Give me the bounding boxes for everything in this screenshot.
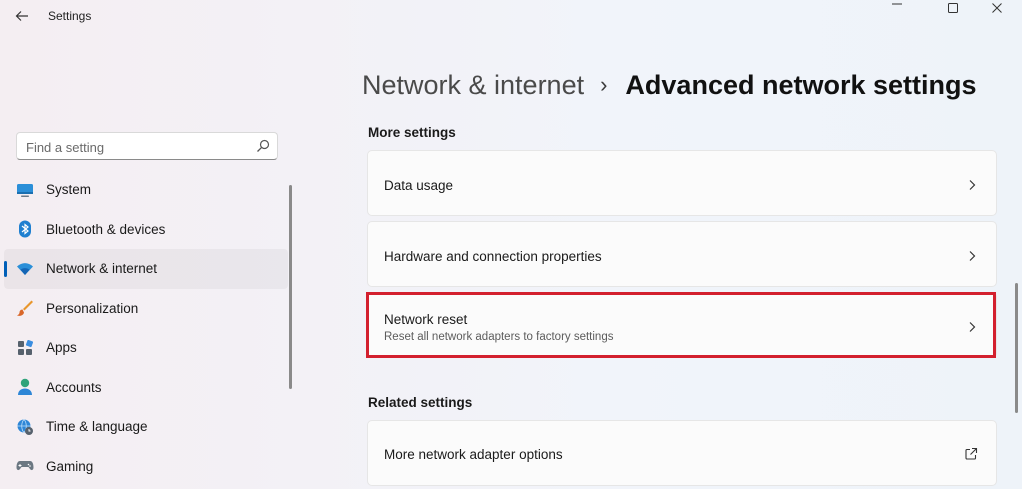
setting-item-more-network-adapter-options[interactable]: More network adapter options xyxy=(367,420,997,486)
back-button[interactable] xyxy=(10,5,34,27)
app-title: Settings xyxy=(48,9,92,23)
main-scrollbar[interactable] xyxy=(1015,283,1018,413)
setting-item-hardware-connection-properties[interactable]: Hardware and connection properties xyxy=(367,221,997,287)
sidebar-item-label: Time & language xyxy=(46,419,148,435)
sidebar-nav: System Bluetooth & devices Network & int… xyxy=(0,170,290,486)
setting-item-data-usage[interactable]: Data usage xyxy=(367,150,997,216)
minimize-button[interactable] xyxy=(875,0,919,16)
gaming-icon xyxy=(16,457,34,475)
chevron-right-icon xyxy=(969,251,976,261)
setting-item-title: More network adapter options xyxy=(384,447,563,462)
setting-item-description: Reset all network adapters to factory se… xyxy=(384,331,614,343)
sidebar-item-label: System xyxy=(46,182,92,198)
sidebar-item-label: Apps xyxy=(46,340,77,356)
section-title-related-settings: Related settings xyxy=(368,395,473,410)
section-title-more-settings: More settings xyxy=(368,125,456,140)
sidebar-item-label: Gaming xyxy=(46,458,94,474)
apps-icon xyxy=(16,339,34,357)
external-link-icon xyxy=(965,447,978,460)
search-icon xyxy=(257,139,270,152)
breadcrumb: Network & internet › Advanced network se… xyxy=(362,70,977,101)
sidebar-item-system[interactable]: System xyxy=(0,170,290,210)
accounts-icon xyxy=(16,378,34,396)
breadcrumb-parent-link[interactable]: Network & internet xyxy=(362,70,584,101)
maximize-button[interactable] xyxy=(931,0,975,16)
sidebar-item-label: Bluetooth & devices xyxy=(46,221,166,237)
sidebar-item-label: Accounts xyxy=(46,379,102,395)
setting-item-network-reset[interactable]: Network reset Reset all network adapters… xyxy=(367,292,997,358)
sidebar-item-time-language[interactable]: Time & language xyxy=(0,407,290,447)
chevron-right-icon xyxy=(969,180,976,190)
back-arrow-icon xyxy=(15,11,28,21)
sidebar-item-apps[interactable]: Apps xyxy=(0,328,290,368)
sidebar-item-label: Personalization xyxy=(46,300,139,316)
sidebar-item-accounts[interactable]: Accounts xyxy=(0,368,290,408)
wifi-icon xyxy=(16,260,34,278)
selection-indicator xyxy=(4,261,7,277)
sidebar-item-label: Network & internet xyxy=(46,261,158,277)
chevron-right-icon xyxy=(969,322,976,332)
minimize-icon xyxy=(892,3,902,5)
breadcrumb-separator: › xyxy=(600,71,608,97)
close-button[interactable] xyxy=(975,0,1019,16)
setting-item-title: Network reset xyxy=(384,312,468,327)
paintbrush-icon xyxy=(16,299,34,317)
sidebar-item-personalization[interactable]: Personalization xyxy=(0,289,290,329)
setting-item-title: Hardware and connection properties xyxy=(384,249,602,264)
sidebar-item-bluetooth-devices[interactable]: Bluetooth & devices xyxy=(0,210,290,250)
system-icon xyxy=(16,181,34,199)
sidebar-scrollbar[interactable] xyxy=(289,185,292,389)
sidebar-item-network-internet[interactable]: Network & internet xyxy=(4,249,288,289)
search-placeholder: Find a setting xyxy=(26,140,105,155)
globe-clock-icon xyxy=(16,418,34,436)
sidebar-item-gaming[interactable]: Gaming xyxy=(0,447,290,487)
title-bar: Settings xyxy=(0,0,1022,34)
page-title: Advanced network settings xyxy=(625,70,977,100)
close-icon xyxy=(992,3,1002,13)
bluetooth-icon xyxy=(16,220,34,238)
search-input[interactable]: Find a setting xyxy=(16,132,278,160)
setting-item-title: Data usage xyxy=(384,178,454,193)
maximize-icon xyxy=(948,3,958,13)
